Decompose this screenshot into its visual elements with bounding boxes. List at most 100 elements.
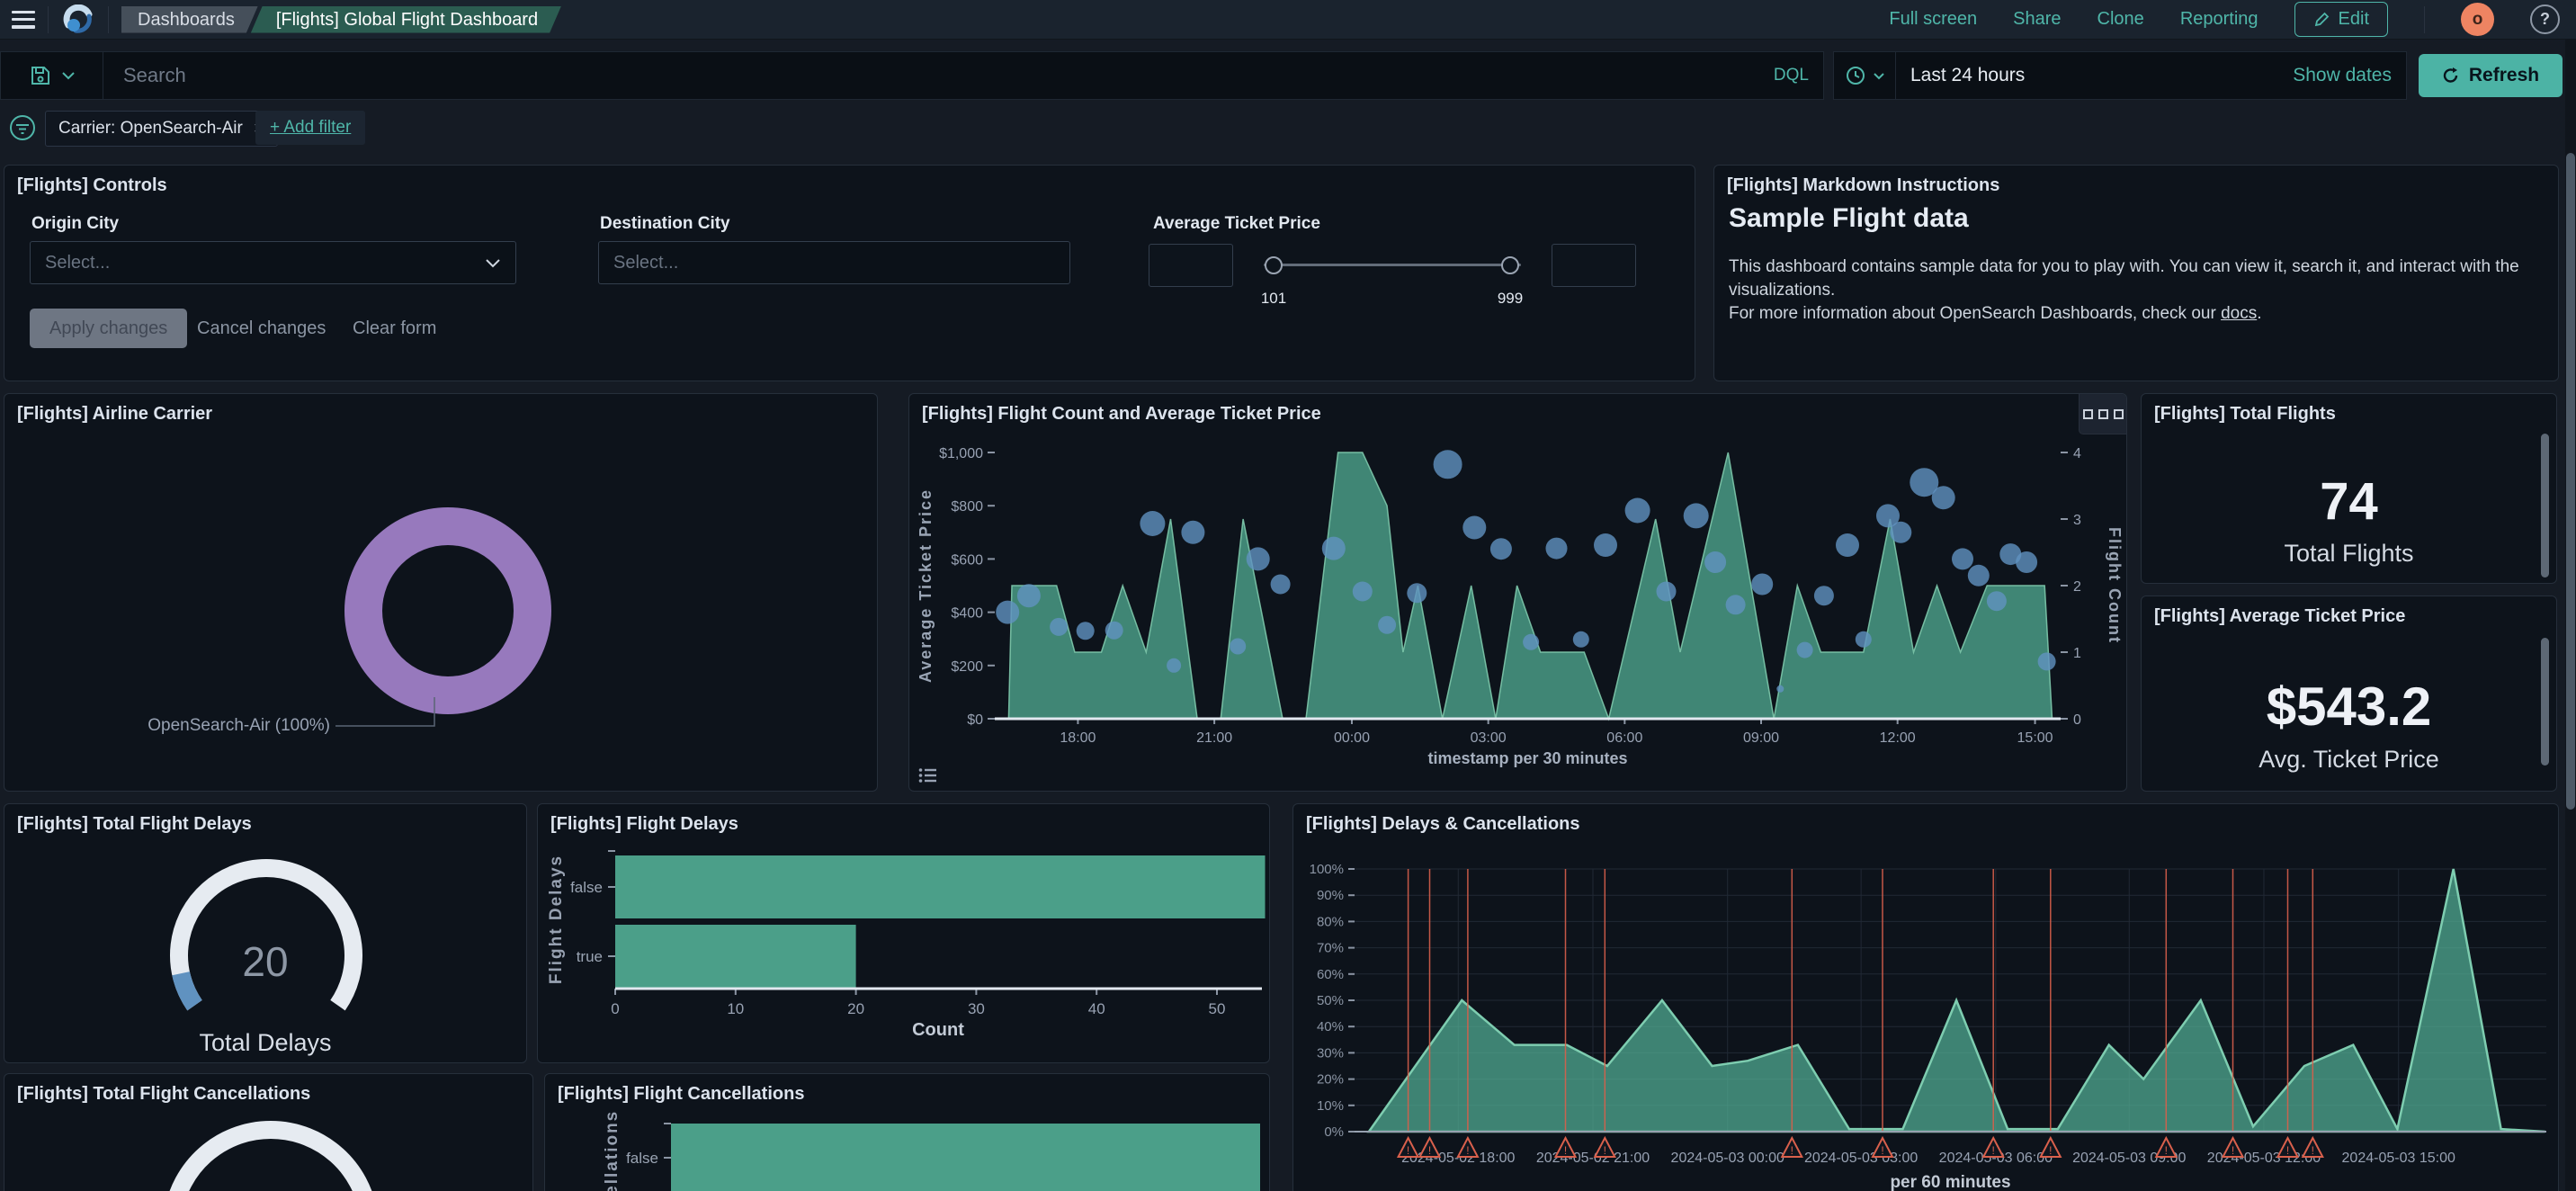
svg-text:60%: 60% <box>1317 967 1344 982</box>
svg-text:4: 4 <box>2073 446 2081 461</box>
flight-cancellations-chart[interactable]: falseFlight Cancellations <box>545 1074 1271 1191</box>
svg-text:50: 50 <box>1209 1000 1226 1017</box>
svg-text:Count: Count <box>912 1020 964 1040</box>
page-scrollbar-thumb[interactable] <box>2566 153 2575 810</box>
edit-button[interactable]: Edit <box>2294 2 2388 37</box>
panel-title: [Flights] Controls <box>17 175 167 196</box>
delays-cancellations-chart[interactable]: 0%10%20%30%40%50%60%70%80%90%100%2024-05… <box>1293 804 2560 1191</box>
panel-flight-cancellations: [Flights] Flight Cancellations falseFlig… <box>544 1073 1270 1191</box>
price-slider-track[interactable] <box>1264 264 1521 266</box>
price-max-input[interactable] <box>1552 244 1636 287</box>
svg-text:15:00: 15:00 <box>2017 730 2053 746</box>
svg-text:00:00: 00:00 <box>1334 730 1370 746</box>
svg-text:100%: 100% <box>1310 862 1344 877</box>
panel-options-icon[interactable] <box>2079 394 2126 434</box>
edit-button-label: Edit <box>2339 9 2369 30</box>
avg-ticket-price-label: Avg. Ticket Price <box>2142 746 2556 774</box>
markdown-body: This dashboard contains sample data for … <box>1729 255 2538 326</box>
clone-link[interactable]: Clone <box>2097 9 2144 30</box>
chevron-down-icon <box>61 71 76 80</box>
svg-text:$0: $0 <box>967 712 983 728</box>
destination-city-label: Destination City <box>600 214 730 234</box>
avatar[interactable]: o <box>2461 3 2494 36</box>
svg-text:!: ! <box>1881 1144 1883 1157</box>
svg-text:30%: 30% <box>1317 1045 1344 1061</box>
svg-text:true: true <box>577 948 603 965</box>
quick-time-button[interactable] <box>1834 52 1896 99</box>
panel-scrollbar[interactable] <box>2541 434 2549 578</box>
filter-bar: Carrier: OpenSearch-Air × + Add filter <box>0 103 2576 153</box>
opensearch-logo-icon[interactable] <box>63 4 94 35</box>
panel-title: [Flights] Markdown Instructions <box>1727 175 1999 196</box>
svg-text:$200: $200 <box>951 659 983 675</box>
price-slider-max-handle[interactable] <box>1501 256 1519 274</box>
menu-icon[interactable] <box>12 11 35 29</box>
panel-airline-carrier: [Flights] Airline Carrier OpenSearch-Air… <box>4 393 878 792</box>
refresh-icon <box>2442 67 2460 85</box>
svg-text:90%: 90% <box>1317 888 1344 903</box>
nav-divider <box>108 6 109 33</box>
svg-text:50%: 50% <box>1317 993 1344 1008</box>
svg-text:$600: $600 <box>951 552 983 568</box>
svg-text:2: 2 <box>2073 579 2081 595</box>
filter-pill-carrier[interactable]: Carrier: OpenSearch-Air × <box>45 111 278 147</box>
breadcrumb-current-dashboard[interactable]: [Flights] Global Flight Dashboard <box>251 6 561 33</box>
panel-markdown: [Flights] Markdown Instructions Sample F… <box>1713 165 2559 381</box>
help-icon[interactable]: ? <box>2530 4 2560 34</box>
flight-delays-chart[interactable]: 01020304050falsetrueCountFlight Delays <box>538 804 1271 1064</box>
svg-text:!: ! <box>1466 1144 1469 1157</box>
panel-scrollbar[interactable] <box>2541 638 2549 766</box>
docs-link[interactable]: docs <box>2221 304 2257 323</box>
add-filter-button[interactable]: + Add filter <box>255 111 365 145</box>
svg-text:80%: 80% <box>1317 914 1344 929</box>
apply-changes-button[interactable]: Apply changes <box>30 309 187 348</box>
show-dates-button[interactable]: Show dates <box>2293 65 2392 86</box>
svg-text:2024-05-03 03:00: 2024-05-03 03:00 <box>1804 1151 1918 1166</box>
total-delays-gauge[interactable] <box>4 804 528 1064</box>
clock-icon <box>1845 65 1866 86</box>
price-min-input[interactable] <box>1149 244 1233 287</box>
share-link[interactable]: Share <box>2013 9 2061 30</box>
svg-text:Average Ticket Price: Average Ticket Price <box>917 488 935 683</box>
svg-text:0: 0 <box>2073 712 2081 728</box>
filter-icon[interactable] <box>9 114 36 141</box>
svg-text:!: ! <box>1992 1144 1995 1157</box>
search-input[interactable]: Search DQL <box>0 51 1824 100</box>
fullscreen-link[interactable]: Full screen <box>1889 9 1977 30</box>
svg-text:2024-05-03 00:00: 2024-05-03 00:00 <box>1671 1151 1784 1166</box>
cancel-changes-button[interactable]: Cancel changes <box>197 309 326 348</box>
total-cancellations-gauge[interactable] <box>4 1074 534 1191</box>
query-bar: Search DQL Last 24 hours Show dates Refr… <box>0 51 2576 100</box>
flight-count-chart[interactable]: $0$200$400$600$800$1,0000123418:0021:000… <box>909 394 2128 793</box>
date-picker: Last 24 hours Show dates <box>1833 51 2407 100</box>
markdown-heading: Sample Flight data <box>1729 203 1969 234</box>
time-range-value[interactable]: Last 24 hours <box>1896 65 2025 86</box>
panel-total-flight-delays: [Flights] Total Flight Delays 20 Total D… <box>4 803 527 1063</box>
nav-divider <box>48 6 49 33</box>
destination-city-select[interactable]: Select... <box>598 241 1070 284</box>
breadcrumb: Dashboards [Flights] Global Flight Dashb… <box>121 6 561 33</box>
svg-text:!: ! <box>1564 1144 1567 1157</box>
select-placeholder: Select... <box>613 253 678 273</box>
panel-total-flights: [Flights] Total Flights 74 Total Flights <box>2141 393 2557 584</box>
breadcrumb-dashboards[interactable]: Dashboards <box>121 6 258 33</box>
saved-query-button[interactable] <box>1 52 103 99</box>
svg-text:03:00: 03:00 <box>1471 730 1507 746</box>
svg-text:09:00: 09:00 <box>1743 730 1779 746</box>
svg-text:!: ! <box>1428 1144 1431 1157</box>
query-language-button[interactable]: DQL <box>1774 66 1809 85</box>
price-slider-min-handle[interactable] <box>1265 256 1283 274</box>
svg-text:$1,000: $1,000 <box>939 446 983 461</box>
total-flights-value: 74 <box>2142 471 2556 532</box>
svg-text:40: 40 <box>1088 1000 1105 1017</box>
markdown-line2-period: . <box>2257 304 2261 323</box>
reporting-link[interactable]: Reporting <box>2180 9 2258 30</box>
svg-text:12:00: 12:00 <box>1880 730 1916 746</box>
clear-form-button[interactable]: Clear form <box>353 309 436 348</box>
svg-text:20%: 20% <box>1317 1072 1344 1088</box>
refresh-button[interactable]: Refresh <box>2419 54 2563 97</box>
select-placeholder: Select... <box>45 253 110 273</box>
avg-ticket-price-value: $543.2 <box>2142 676 2556 738</box>
legend-toggle-icon[interactable] <box>918 767 938 784</box>
origin-city-select[interactable]: Select... <box>30 241 516 284</box>
